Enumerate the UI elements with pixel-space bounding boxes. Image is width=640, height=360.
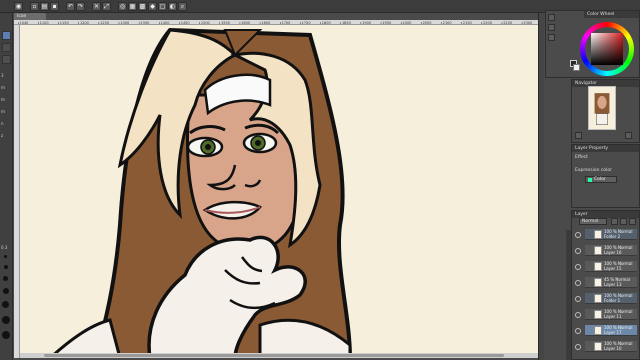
tool-label: n [1,121,4,126]
save-icon[interactable]: ▪ [50,1,59,11]
layer-name: Layer 17 [604,330,622,335]
blend-mode-select[interactable]: Normal [579,218,607,225]
brush-size-preset[interactable] [3,288,9,294]
tool-size-label: 3 [1,73,4,78]
color-panel-title: Color Wheel [584,11,639,18]
expression-color-select[interactable]: Color [585,176,617,183]
visibility-eye-icon[interactable] [575,264,581,270]
pen-tool-icon[interactable] [2,31,11,40]
layer-row[interactable]: 100 % Normal Layer 15 [585,261,637,272]
brush-size-label: 0.3 [1,245,8,250]
material-icon[interactable] [548,34,555,41]
visibility-eye-icon[interactable] [575,328,581,334]
layer-row[interactable]: 100 % Normal Layer 16 [585,245,637,256]
folder-icon[interactable] [629,218,636,225]
navigator-preview [594,93,610,125]
expression-color-value: Color [594,177,606,182]
snap-icon[interactable]: ◎ [118,1,127,11]
layer-thumbnail [594,278,602,287]
artwork-illustration [47,27,353,358]
eraser-tool-icon[interactable] [2,55,11,64]
layer-name: Layer 10 [604,346,622,351]
color-chip-icon [588,178,592,182]
layer-name: Layer 13 [604,282,622,287]
layer-thumbnail [594,310,602,319]
visibility-eye-icon[interactable] [575,248,581,254]
layer-icon[interactable] [548,24,555,31]
selection-icon[interactable]: ▢ [158,1,167,11]
pupil-right [255,140,261,146]
horizontal-scrollbar[interactable] [20,353,538,358]
layer-thumbnail [594,262,602,271]
layer-name: Folder 2 [604,234,621,239]
zoom-in-icon[interactable] [625,132,632,139]
undo-icon[interactable]: ↶ [66,1,75,11]
folder-icon [594,230,602,239]
layer-row[interactable]: 100 % Normal Layer 17 [585,325,637,336]
brush-tool-icon[interactable] [2,43,11,52]
layer-name: Layer 15 [604,266,622,271]
delete-layer-icon[interactable] [620,218,627,225]
brush-icon[interactable] [548,14,555,21]
color-saturation-square[interactable] [591,33,623,65]
visibility-eye-icon[interactable] [575,312,581,318]
ruler-icon[interactable]: ▦ [128,1,137,11]
layer-folder-row[interactable]: 100 % Normal Folder 1 [585,293,637,304]
visibility-eye-icon[interactable] [575,296,581,302]
brush-size-preset[interactable] [2,301,9,308]
scrollbar-thumb[interactable] [44,354,504,357]
folder-icon [594,294,602,303]
tool-label: m [1,85,5,90]
visibility-eye-icon[interactable] [575,344,581,350]
transform-icon[interactable]: ⤢ [102,1,111,11]
layer-row[interactable]: 45 % Normal Layer 13 [585,277,637,288]
layer-row[interactable]: 100 % Normal Layer 11 [585,309,637,320]
brush-size-preset[interactable] [4,265,8,269]
zoom-out-icon[interactable] [575,132,582,139]
tool-label: m [1,97,5,102]
drawing-canvas[interactable] [20,25,538,358]
redo-icon[interactable]: ↷ [76,1,85,11]
background-color-swatch[interactable] [573,64,580,71]
new-icon[interactable]: ▫ [30,1,39,11]
layer-thumbnail [594,246,602,255]
tool-label: m [1,109,5,114]
brush-size-preset[interactable] [3,276,8,281]
property-title: Layer Property [572,145,639,152]
layer-thumbnail [594,342,602,351]
layer-folder-row[interactable]: 100 % Normal Folder 2 [585,229,637,240]
fill-icon[interactable]: ◆ [148,1,157,11]
layer-panel-title: Layer [572,211,639,218]
tool-palette: 3 m m m n z 0.3 [0,13,13,360]
brush-size-preset[interactable] [2,316,10,324]
expression-color-label: Expression color [575,168,612,173]
new-layer-icon[interactable] [611,218,618,225]
layer-scrollbar[interactable] [566,230,571,360]
visibility-eye-icon[interactable] [575,280,581,286]
vertical-scrollbar[interactable] [538,13,544,360]
grid-icon[interactable]: ▩ [138,1,147,11]
tablet-icon[interactable]: ◉ [14,1,23,11]
layer-thumbnail [594,326,602,335]
canvas-tab[interactable]: Icon teenager [14,13,46,26]
open-icon[interactable]: ▤ [40,1,49,11]
pupil-left [205,144,211,150]
navigator-thumbnail[interactable] [588,86,616,130]
main-toolbar: ◉ ▫ ▤ ▪ ↶ ↷ ✕ ⤢ ◎ ▦ ▩ ◆ ▢ ◐ ⌕ [0,0,640,13]
brush-size-preset[interactable] [2,331,10,339]
quick-icon[interactable]: ◐ [168,1,177,11]
layer-name: Folder 1 [604,298,621,303]
brush-size-preset[interactable] [4,255,7,258]
clear-icon[interactable]: ✕ [92,1,101,11]
visibility-eye-icon[interactable] [575,232,581,238]
tool-label: z [1,133,4,138]
effect-label: Effect [575,155,588,160]
layer-row[interactable]: 100 % Normal Layer 10 [585,341,637,352]
layer-name: Layer 11 [604,314,622,319]
zoom-icon[interactable]: ⌕ [178,1,187,11]
layer-name: Layer 16 [604,250,622,255]
